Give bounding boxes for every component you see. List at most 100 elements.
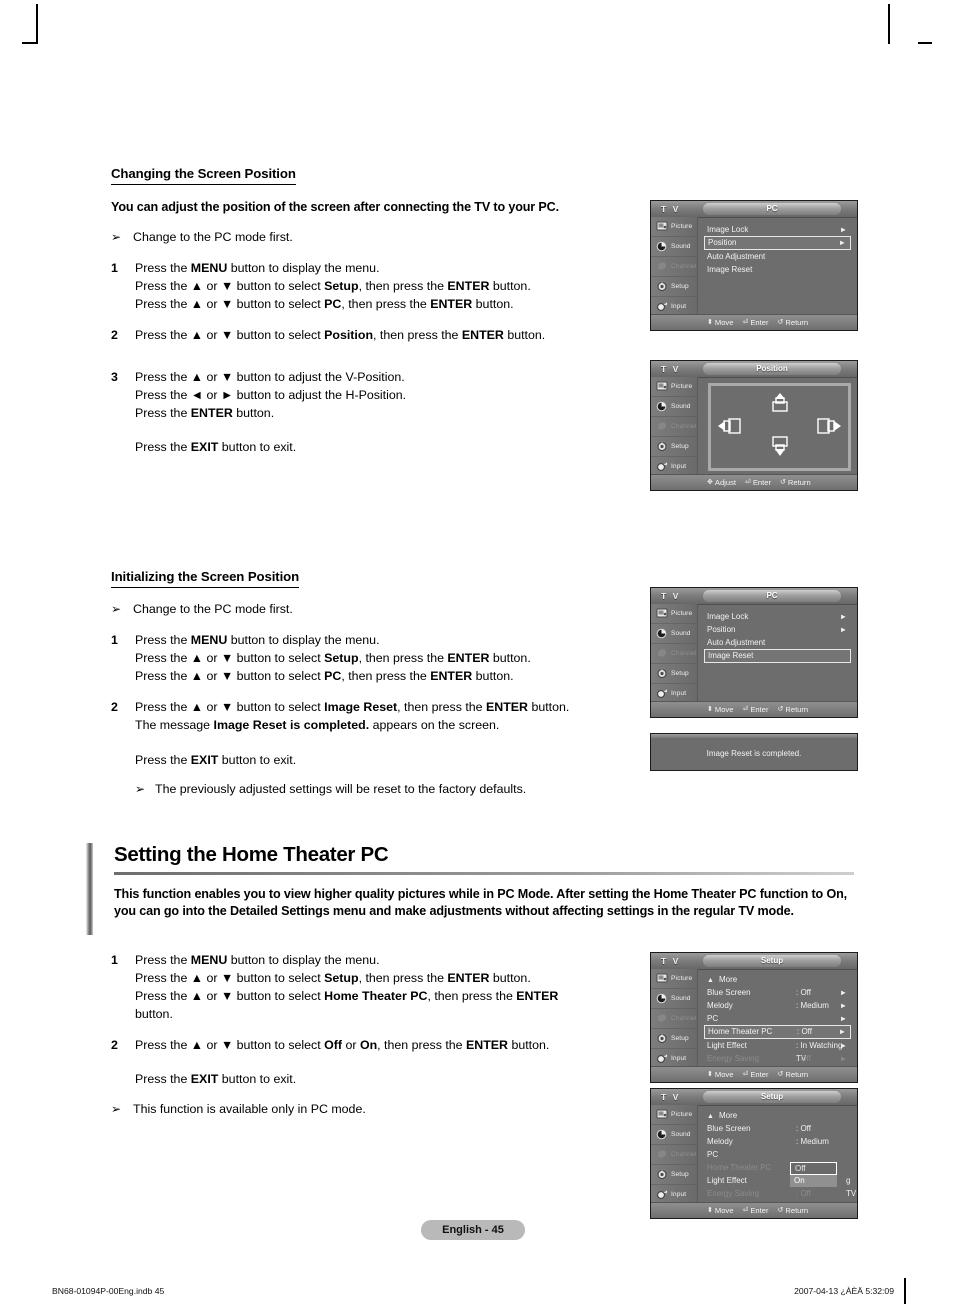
sidebar-item-picture[interactable]: Picture xyxy=(651,377,697,397)
menu-label: Light Effect xyxy=(707,1176,747,1185)
osd-setup-menu-dropdown[interactable]: T V Setup Picture Sound Channel Setup In… xyxy=(650,1088,858,1219)
menu-item-blue-screen[interactable]: Blue Screen : Off ► xyxy=(704,986,851,999)
sidebar-item-channel[interactable]: Channel xyxy=(651,644,697,664)
step-number: 1 xyxy=(111,953,118,967)
osd-title: Setup xyxy=(760,956,784,965)
menu-more-up[interactable]: ▲ More xyxy=(704,1109,851,1122)
menu-label: Image Lock xyxy=(707,612,749,621)
position-right-icon[interactable] xyxy=(812,416,842,438)
menu-value: : Off xyxy=(797,1027,812,1036)
sidebar-label: Picture xyxy=(671,223,693,230)
sidebar-label: Picture xyxy=(671,383,693,390)
sidebar-item-picture[interactable]: Picture xyxy=(651,1105,697,1125)
sound-icon xyxy=(655,627,668,640)
sidebar-item-sound[interactable]: Sound xyxy=(651,1125,697,1145)
osd-title-pill: Setup xyxy=(703,1091,841,1103)
footbar-return: ↺ Return xyxy=(780,478,811,487)
osd-titlebar: T V PC xyxy=(651,201,857,218)
chevron-right-icon: ► xyxy=(839,612,847,621)
menu-item-pc[interactable]: PC ► xyxy=(704,1012,851,1025)
sidebar-item-channel[interactable]: Channel xyxy=(651,1009,697,1029)
sidebar-item-channel[interactable]: Channel xyxy=(651,257,697,277)
sidebar-item-picture[interactable]: Picture xyxy=(651,604,697,624)
menu-item-blue-screen[interactable]: Blue Screen : Off xyxy=(704,1122,851,1135)
osd-toast-image-reset: Image Reset is completed. xyxy=(650,733,858,771)
input-icon xyxy=(655,1052,668,1065)
dropdown-home-theater-pc[interactable]: Off On xyxy=(790,1162,837,1187)
step-number: 2 xyxy=(111,699,118,714)
osd-pc-menu-position[interactable]: T V PC Picture Sound Channel Setup Input… xyxy=(650,200,858,331)
sidebar-item-setup[interactable]: Setup xyxy=(651,277,697,297)
sidebar-item-channel[interactable]: Channel xyxy=(651,417,697,437)
position-up-icon[interactable] xyxy=(767,392,793,420)
dropdown-option-off[interactable]: Off xyxy=(790,1162,837,1175)
footer-file-name: BN68-01094P-00Eng.indb 45 xyxy=(52,1286,165,1296)
menu-item-pc[interactable]: PC xyxy=(704,1148,851,1161)
sidebar-label: Picture xyxy=(671,1111,693,1118)
menu-item-melody[interactable]: Melody : Medium xyxy=(704,1135,851,1148)
footbar-move: ⬍ Move xyxy=(707,1070,733,1079)
sidebar-item-setup[interactable]: Setup xyxy=(651,664,697,684)
sidebar-label: Input xyxy=(671,1055,687,1062)
osd-title: Position xyxy=(756,364,788,373)
menu-item-image-reset[interactable]: Image Reset xyxy=(704,263,851,276)
sidebar-item-sound[interactable]: Sound xyxy=(651,624,697,644)
sidebar-item-sound[interactable]: Sound xyxy=(651,237,697,257)
sidebar-item-channel[interactable]: Channel xyxy=(651,1145,697,1165)
up-down-arrows-icon: ⬍ xyxy=(707,1207,713,1214)
sound-icon xyxy=(655,240,668,253)
exit-line-section2: Press the EXIT button to exit. xyxy=(135,752,297,767)
menu-item-melody[interactable]: Melody : Medium ► xyxy=(704,999,851,1012)
menu-item-light-effect[interactable]: Light Effect : In Watching TV ► xyxy=(704,1039,851,1063)
picture-icon xyxy=(655,380,668,393)
dropdown-option-on[interactable]: On xyxy=(790,1175,837,1187)
footbar-enter-label: Enter xyxy=(750,1070,769,1079)
menu-value: : Off xyxy=(796,988,811,997)
section-divider xyxy=(114,872,854,875)
sidebar-item-setup[interactable]: Setup xyxy=(651,1165,697,1185)
menu-item-position[interactable]: Position ► xyxy=(704,623,851,636)
setup-icon xyxy=(655,1168,668,1181)
menu-item-image-lock[interactable]: Image Lock ► xyxy=(704,223,851,236)
menu-label: Energy Saving xyxy=(707,1054,760,1063)
osd-menu-list[interactable]: Image Lock ► Position ► Auto Adjustment … xyxy=(698,604,857,702)
sidebar-item-setup[interactable]: Setup xyxy=(651,437,697,457)
sidebar-item-picture[interactable]: Picture xyxy=(651,969,697,989)
osd-setup-menu[interactable]: T V Setup Picture Sound Channel Setup In… xyxy=(650,952,858,1083)
note-section3: ➢ This function is available only in PC … xyxy=(111,1101,641,1119)
sidebar-item-sound[interactable]: Sound xyxy=(651,989,697,1009)
menu-item-auto-adjustment[interactable]: Auto Adjustment xyxy=(704,250,851,263)
sidebar-item-sound[interactable]: Sound xyxy=(651,397,697,417)
sidebar-item-setup[interactable]: Setup xyxy=(651,1029,697,1049)
osd-footbar: ✥ Adjust ⏎ Enter ↺ Return xyxy=(651,474,857,490)
return-icon: ↺ xyxy=(777,706,784,713)
footbar-enter: ⏎ Enter xyxy=(742,1070,768,1079)
more-label: More xyxy=(719,975,738,984)
footbar-adjust: ✥ Adjust xyxy=(707,478,736,487)
position-adjust-area[interactable] xyxy=(708,383,851,471)
menu-item-image-lock[interactable]: Image Lock ► xyxy=(704,610,851,623)
menu-item-image-reset[interactable]: Image Reset xyxy=(704,649,851,663)
menu-more-up[interactable]: ▲ More xyxy=(704,973,851,986)
menu-label: Melody xyxy=(707,1001,733,1010)
sidebar-label: Picture xyxy=(671,975,693,982)
menu-item-home-theater-pc[interactable]: Home Theater PC : Off ► xyxy=(704,1025,851,1039)
channel-icon xyxy=(655,647,668,660)
position-down-icon[interactable] xyxy=(767,434,793,462)
step-lines: Press the ▲ or ▼ button to adjust the V-… xyxy=(135,369,407,420)
position-left-icon[interactable] xyxy=(717,416,747,438)
input-icon xyxy=(655,300,668,313)
osd-position-adjust[interactable]: T V Position Picture Sound Channel Setup xyxy=(650,360,858,491)
osd-title: Setup xyxy=(760,1092,784,1101)
osd-menu-list[interactable]: ▲ More Blue Screen : Off Melody : Medium … xyxy=(698,1105,857,1211)
osd-pc-menu-image-reset[interactable]: T V PC Picture Sound Channel Setup Input… xyxy=(650,587,858,718)
osd-footbar: ⬍ Move ⏎ Enter ↺ Return xyxy=(651,701,857,717)
osd-tv-label: T V xyxy=(661,364,681,374)
osd-title: PC xyxy=(766,204,778,213)
menu-item-auto-adjustment[interactable]: Auto Adjustment xyxy=(704,636,851,649)
menu-value: : Medium xyxy=(796,1137,829,1146)
osd-menu-list[interactable]: ▲ More Blue Screen : Off ► Melody : Mediu… xyxy=(698,969,857,1076)
menu-item-position[interactable]: Position ► xyxy=(704,236,851,250)
osd-menu-list[interactable]: Image Lock ► Position ► Auto Adjustment … xyxy=(698,217,857,315)
sidebar-item-picture[interactable]: Picture xyxy=(651,217,697,237)
